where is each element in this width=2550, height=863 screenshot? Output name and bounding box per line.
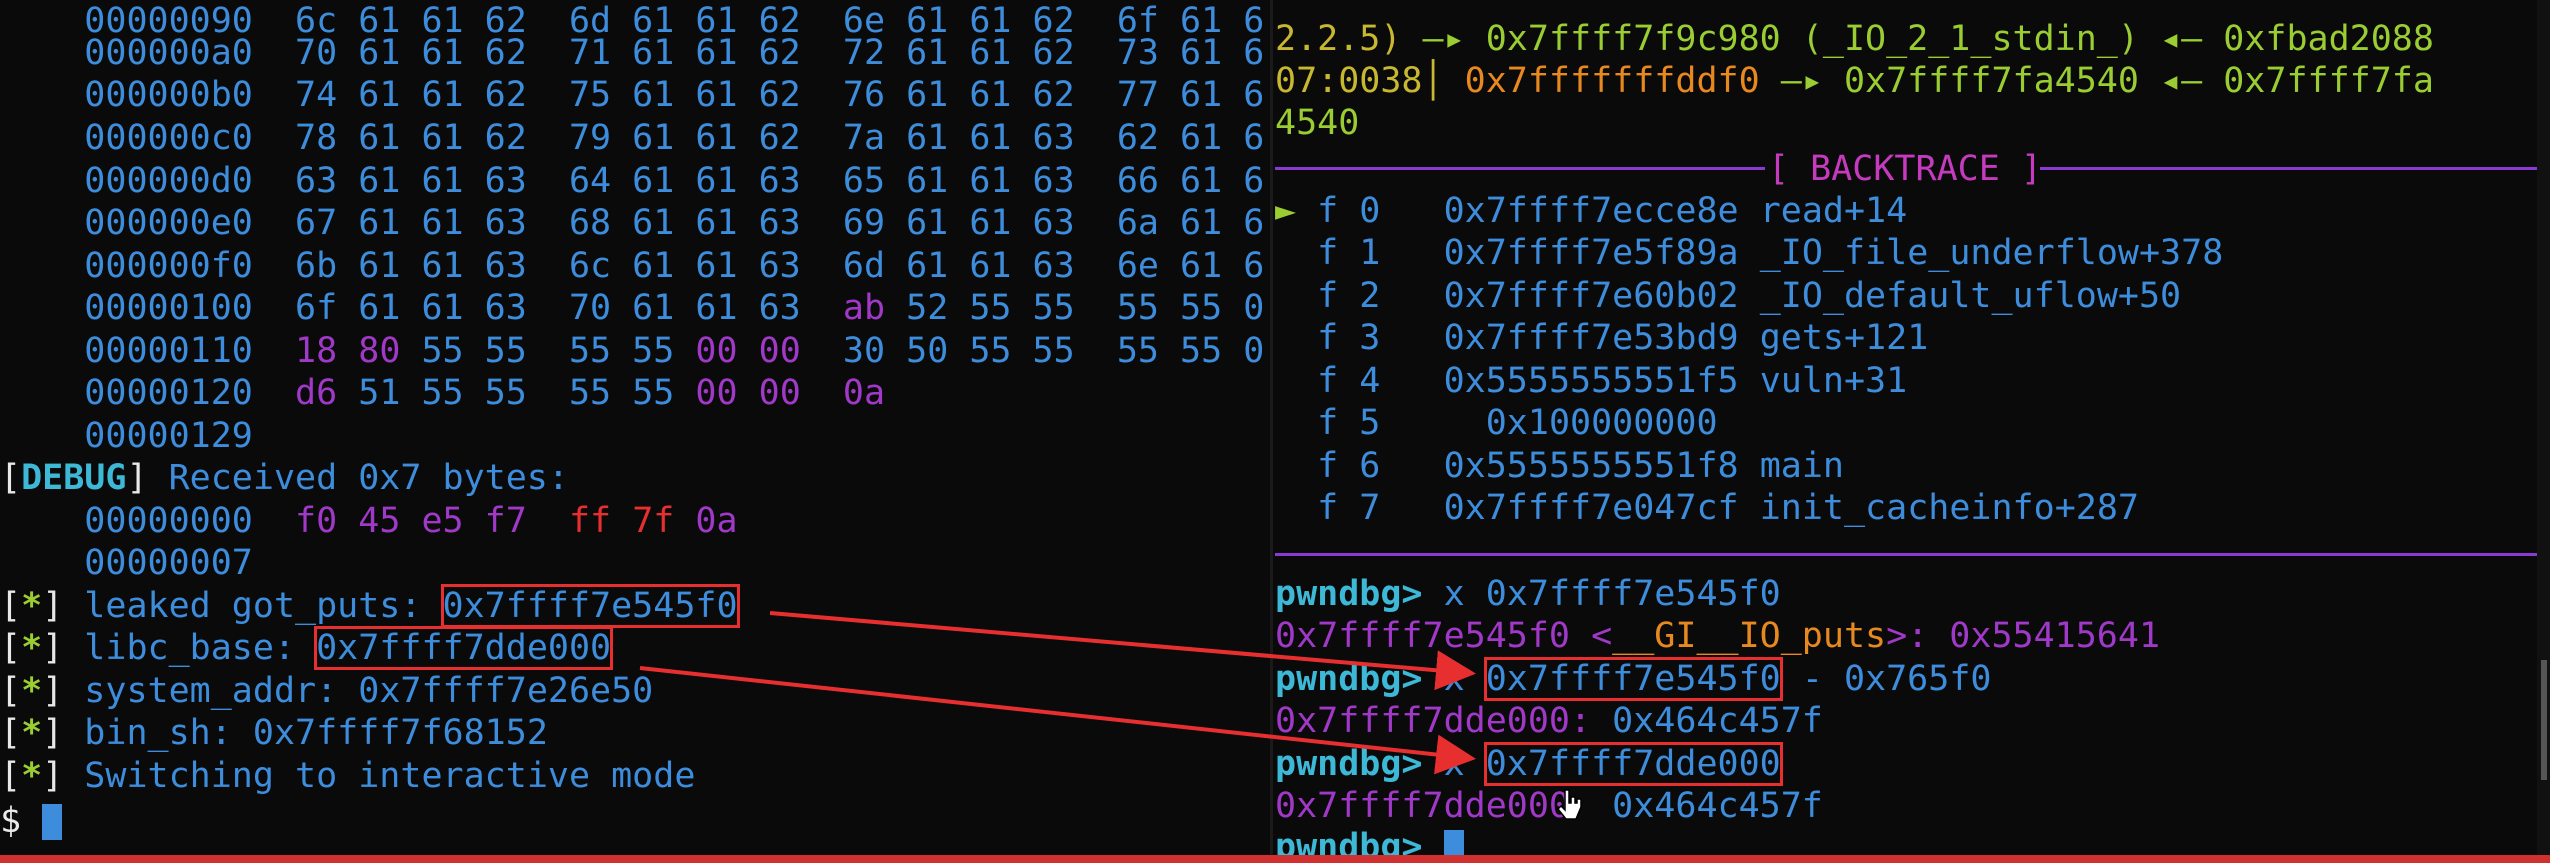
status-bar — [0, 855, 2550, 863]
libc-base-value: 0x7ffff7dde000 — [314, 626, 614, 670]
backtrace-rule-right — [2040, 167, 2537, 170]
puts-addr-boxed: 0x7ffff7e545f0 — [1483, 657, 1783, 701]
hexdump-row: 000000b0 74 61 61 62 75 61 61 62 76 61 6… — [84, 75, 1265, 115]
hexdump-row: 000000a0 70 61 61 62 71 61 61 62 72 61 6… — [84, 33, 1265, 73]
pwndbg-output-line: 0x7ffff7e545f0 <__GI__IO_puts>: 0x554156… — [1275, 616, 2161, 656]
hexdump-row: 00000100 6f 61 61 63 70 61 61 63 ab 52 5… — [84, 288, 1265, 328]
pwndbg-prompt: pwndbg> — [1275, 574, 1423, 614]
debug-line: [DEBUG] Received 0x7 bytes: — [0, 458, 569, 498]
backtrace-rule-left — [1275, 167, 1765, 170]
backtrace-frame: f 7 0x7ffff7e047cf init_cacheinfo+287 — [1317, 488, 2139, 528]
text-cursor — [42, 804, 63, 840]
backtrace-frame: f 5 0x100000000 — [1317, 403, 1718, 443]
stack-line: 4540 — [1275, 103, 1360, 143]
info-line-bin-sh: [*] bin_sh: 0x7ffff7f68152 — [0, 713, 548, 753]
backtrace-frame: f 4 0x5555555551f5 vuln+31 — [1317, 361, 1908, 401]
pwndbg-prompt: pwndbg> — [1275, 659, 1423, 699]
pwndbg-command-line: pwndbg> x 0x7ffff7dde000 — [1275, 742, 1783, 786]
hexdump-row: 000000f0 6b 61 61 63 6c 61 61 63 6d 61 6… — [84, 246, 1265, 286]
recv-hex-row: 00000000 f0 45 e5 f7 ff 7f 0a — [84, 501, 738, 541]
pane-separator[interactable] — [1270, 0, 1273, 863]
leaked-puts-value: 0x7ffff7e545f0 — [440, 584, 740, 628]
shell-prompt-line[interactable]: $ — [0, 800, 63, 843]
stack-line: 07:0038│ 0x7fffffffddf0 —▸ 0x7ffff7fa454… — [1275, 61, 2434, 101]
backtrace-frame: f 1 0x7ffff7e5f89a _IO_file_underflow+37… — [1317, 233, 2224, 273]
hexdump-row: 000000c0 78 61 61 62 79 61 61 62 7a 61 6… — [84, 118, 1265, 158]
shell-prompt: $ — [0, 801, 43, 841]
pwndbg-command-line: pwndbg> x 0x7ffff7e545f0 — [1275, 574, 1781, 614]
backtrace-frame: f 3 0x7ffff7e53bd9 gets+121 — [1317, 318, 1929, 358]
libc-base-boxed: 0x7ffff7dde000 — [1483, 742, 1783, 786]
hexdump-row: 00000120 d6 51 55 55 55 55 00 00 0a — [84, 373, 886, 413]
info-line-interactive: [*] Switching to interactive mode — [0, 756, 696, 796]
mouse-pointer-icon — [1557, 789, 1582, 820]
hexdump-row: 000000e0 67 61 61 63 68 61 61 63 69 61 6… — [84, 203, 1265, 243]
left-terminal-pane[interactable]: 00000090 6c 61 61 62 6d 61 61 62 6e 61 6… — [0, 0, 1275, 863]
right-pwndbg-pane[interactable]: 2.2.5) —▸ 0x7ffff7f9c980 (_IO_2_1_stdin_… — [1275, 0, 2537, 863]
stack-line: 2.2.5) —▸ 0x7ffff7f9c980 (_IO_2_1_stdin_… — [1275, 19, 2434, 59]
scrollbar-thumb[interactable] — [2541, 660, 2547, 780]
recv-hex-row: 00000007 — [84, 543, 253, 583]
pwndbg-command-line: pwndbg> x 0x7ffff7e545f0 - 0x765f0 — [1275, 657, 1992, 701]
info-line-system-addr: [*] system_addr: 0x7ffff7e26e50 — [0, 671, 654, 711]
pwndbg-output-line: 0x7ffff7dde000: 0x464c457f — [1275, 701, 1823, 741]
info-line-leaked-puts: [*] leaked got_puts: 0x7ffff7e545f0 — [0, 584, 740, 628]
pwndbg-prompt: pwndbg> — [1275, 744, 1423, 784]
backtrace-frame: f 6 0x5555555551f8 main — [1317, 446, 1844, 486]
hexdump-row: 00000129 — [84, 416, 253, 456]
backtrace-title: [ BACKTRACE ] — [1768, 149, 2042, 189]
info-line-libc-base: [*] libc_base: 0x7ffff7dde000 — [0, 626, 614, 670]
pwndbg-output-line: 0x7ffff7dde000 0x464c457f — [1275, 786, 1823, 826]
hexdump-row: 00000110 18 80 55 55 55 55 00 00 30 50 5… — [84, 331, 1265, 371]
backtrace-frame: ► f 0 0x7ffff7ecce8e read+14 — [1275, 191, 1908, 231]
section-rule — [1275, 553, 2537, 556]
backtrace-frame: f 2 0x7ffff7e60b02 _IO_default_uflow+50 — [1317, 276, 2182, 316]
hexdump-row: 000000d0 63 61 61 63 64 61 61 63 65 61 6… — [84, 161, 1265, 201]
